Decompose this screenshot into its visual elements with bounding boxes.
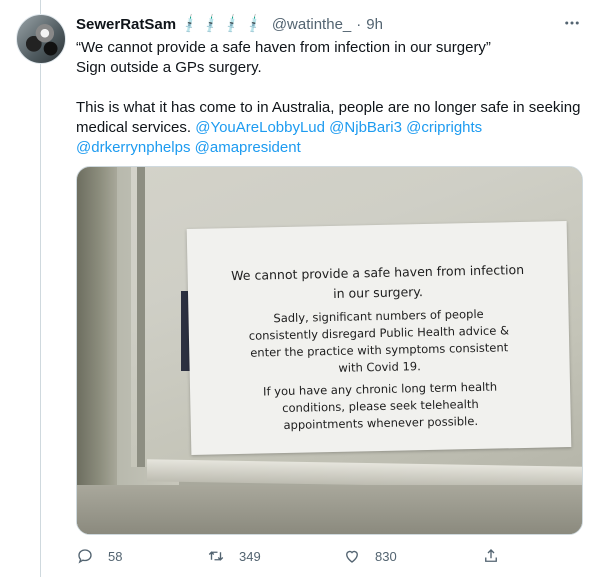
heart-icon bbox=[346, 550, 358, 563]
tweet-header: SewerRatSam 💉💉💉💉 @watinthe_ · 9h bbox=[76, 13, 383, 35]
share-button[interactable] bbox=[482, 544, 500, 568]
share-icon bbox=[485, 549, 497, 562]
avatar[interactable] bbox=[16, 14, 66, 64]
author-handle[interactable]: @watinthe_ bbox=[272, 16, 351, 33]
tweet-text-paragraph: This is what it has come to in Australia… bbox=[76, 98, 586, 158]
name-emoji: 💉💉💉💉 bbox=[179, 13, 267, 35]
mention-link[interactable]: @criprights bbox=[406, 119, 482, 136]
mention-link[interactable]: @drkerrynphelps bbox=[76, 139, 190, 156]
syringe-emoji: 💉 bbox=[200, 12, 223, 35]
more-icon[interactable] bbox=[561, 12, 583, 34]
thread-line bbox=[40, 0, 41, 577]
like-button[interactable]: 830 bbox=[343, 544, 397, 568]
posted-sign: We cannot provide a safe haven from infe… bbox=[186, 221, 572, 455]
retweet-icon bbox=[208, 551, 224, 561]
syringe-emoji: 💉 bbox=[242, 12, 266, 35]
mention-link[interactable]: @NjbBari3 bbox=[329, 119, 402, 136]
mention-link[interactable]: @amapresident bbox=[195, 139, 301, 156]
author-name[interactable]: SewerRatSam bbox=[76, 16, 176, 33]
tweet-text-line: Sign outside a GPs surgery. bbox=[76, 59, 262, 76]
mention-link[interactable]: @YouAreLobbyLud bbox=[195, 119, 325, 136]
retweet-button[interactable]: 349 bbox=[207, 544, 261, 568]
syringe-emoji: 💉 bbox=[221, 12, 245, 35]
reply-icon bbox=[78, 549, 92, 564]
window-frame bbox=[77, 167, 117, 534]
sign-heading: We cannot provide a safe haven from infe… bbox=[231, 261, 525, 284]
sign-heading: in our surgery. bbox=[333, 284, 424, 301]
tweet-text-line: “We cannot provide a safe haven from inf… bbox=[76, 39, 491, 56]
syringe-emoji: 💉 bbox=[179, 12, 202, 35]
retweet-count: 349 bbox=[239, 548, 261, 564]
action-bar: 58 349 830 bbox=[76, 544, 586, 568]
separator: · bbox=[356, 15, 362, 33]
tweet-photo[interactable]: We cannot provide a safe haven from infe… bbox=[76, 166, 583, 535]
tweet-text: “We cannot provide a safe haven from inf… bbox=[76, 38, 586, 158]
reply-count: 58 bbox=[108, 548, 123, 564]
timestamp[interactable]: 9h bbox=[366, 16, 383, 33]
like-count: 830 bbox=[375, 548, 397, 564]
reply-button[interactable]: 58 bbox=[76, 544, 122, 568]
